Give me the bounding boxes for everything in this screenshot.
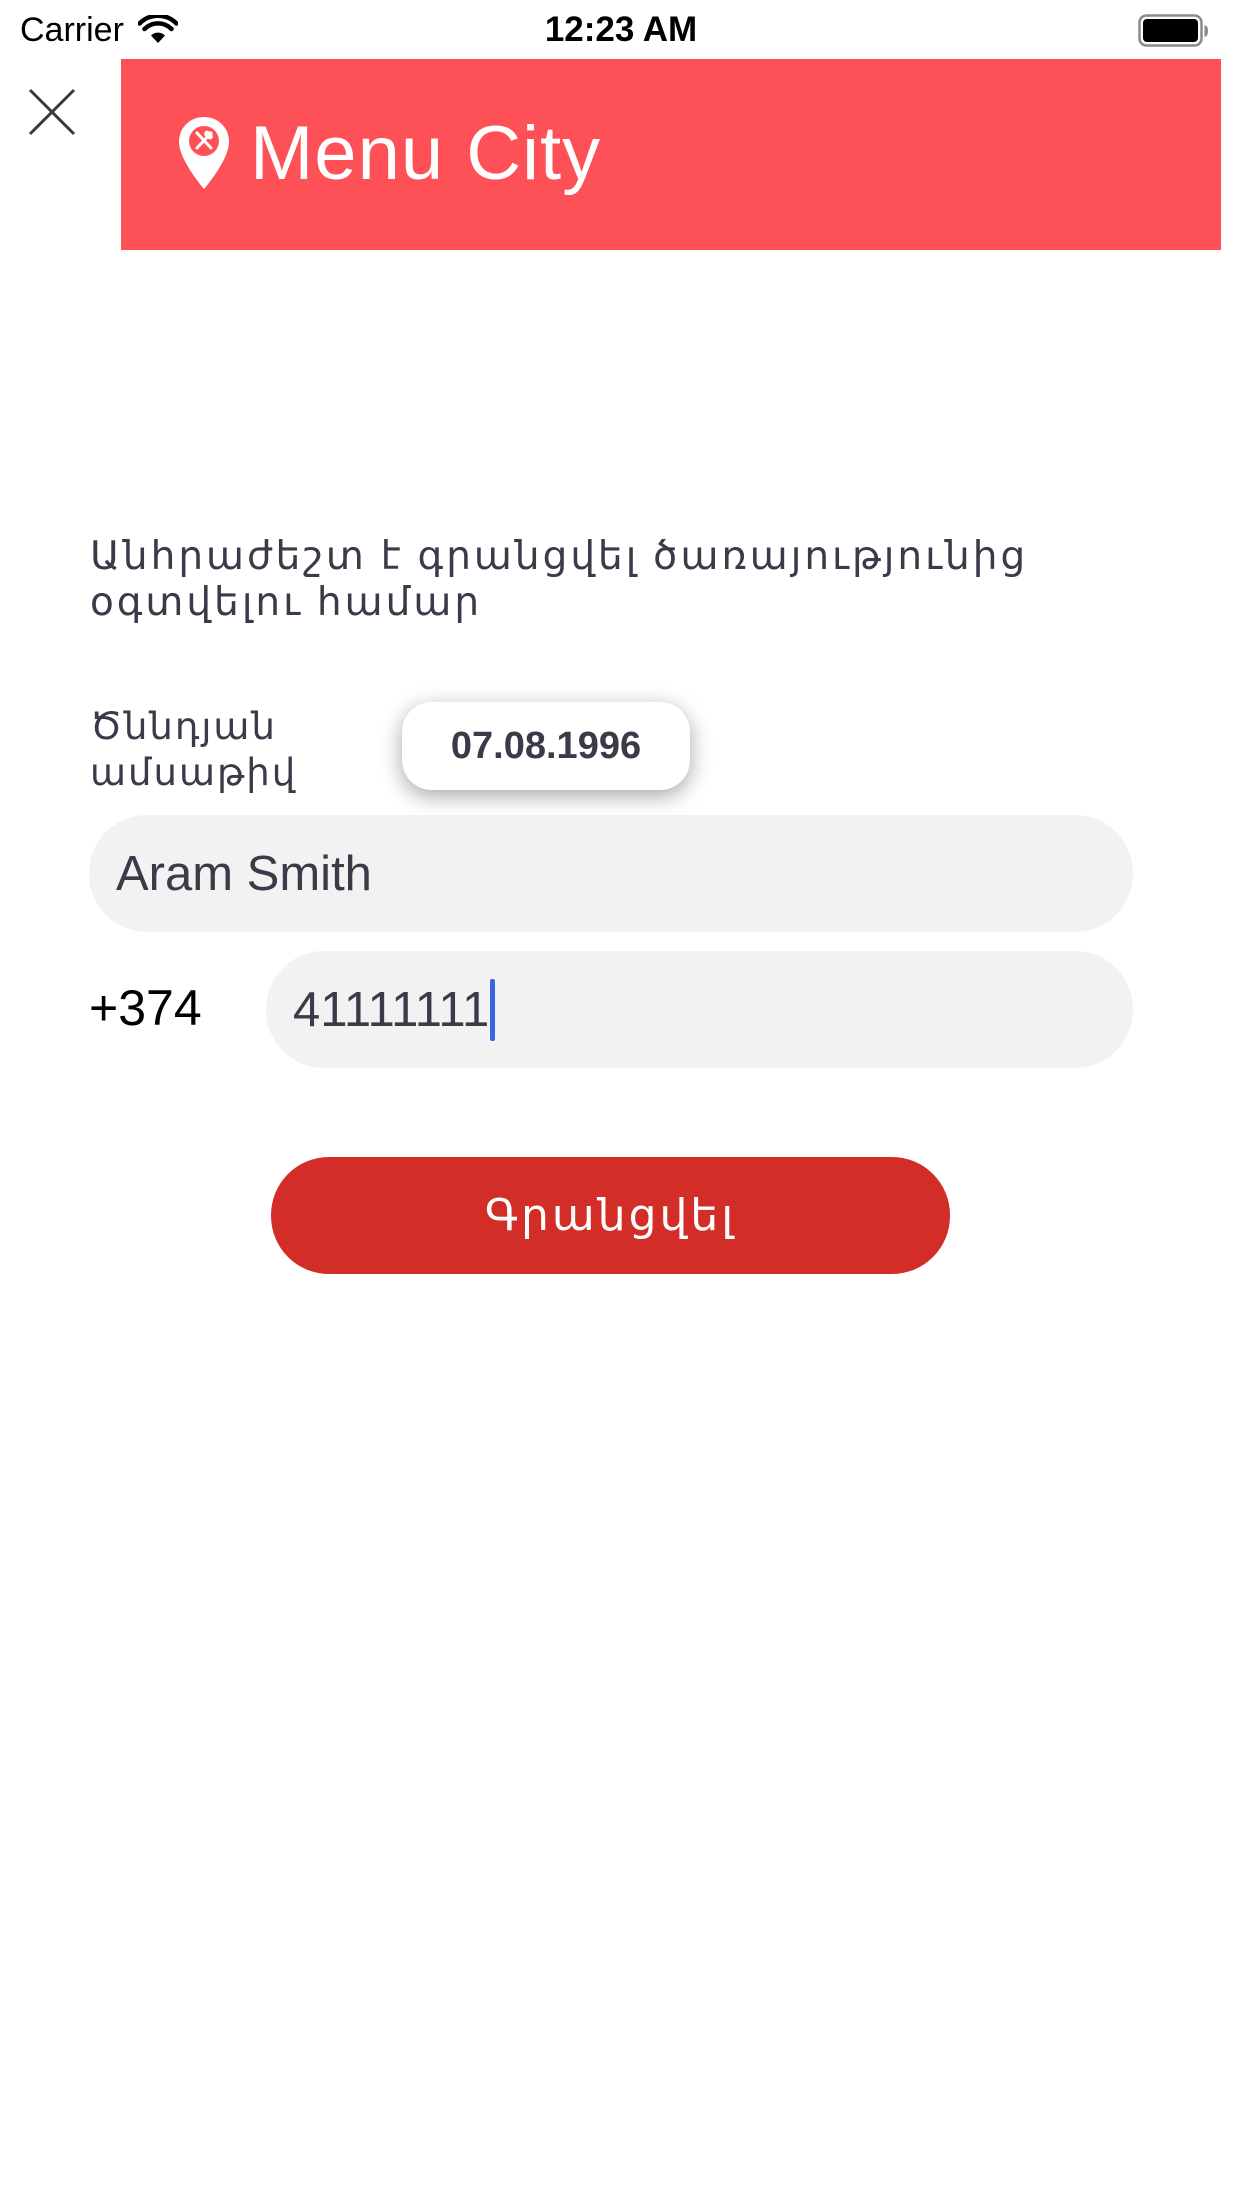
map-pin-utensils-icon: [177, 115, 231, 191]
birthdate-picker[interactable]: 07.08.1996: [402, 702, 690, 790]
status-bar: Carrier 12:23 AM: [0, 0, 1242, 60]
phone-field-value: 41111111: [293, 982, 490, 1037]
text-cursor: [490, 978, 496, 1041]
close-icon: [28, 88, 76, 136]
register-button[interactable]: Գրանցվել: [271, 1157, 950, 1274]
name-field-value: Aram Smith: [116, 846, 372, 901]
intro-text: Անհրաժեշտ է գրանցվել ծառայությունից օգտվ…: [90, 535, 1029, 624]
name-field[interactable]: Aram Smith: [89, 815, 1133, 932]
brand-name: Menu City: [250, 111, 602, 196]
status-time: 12:23 AM: [544, 10, 698, 49]
phone-field[interactable]: 41111111: [266, 951, 1133, 1068]
battery-full-icon: [1138, 14, 1210, 48]
phone-prefix: +374: [89, 980, 202, 1036]
close-button[interactable]: [22, 82, 82, 142]
brand-banner: Menu City: [121, 59, 1221, 250]
birthdate-label: Ծննդյան ամսաթիվ: [90, 706, 298, 793]
